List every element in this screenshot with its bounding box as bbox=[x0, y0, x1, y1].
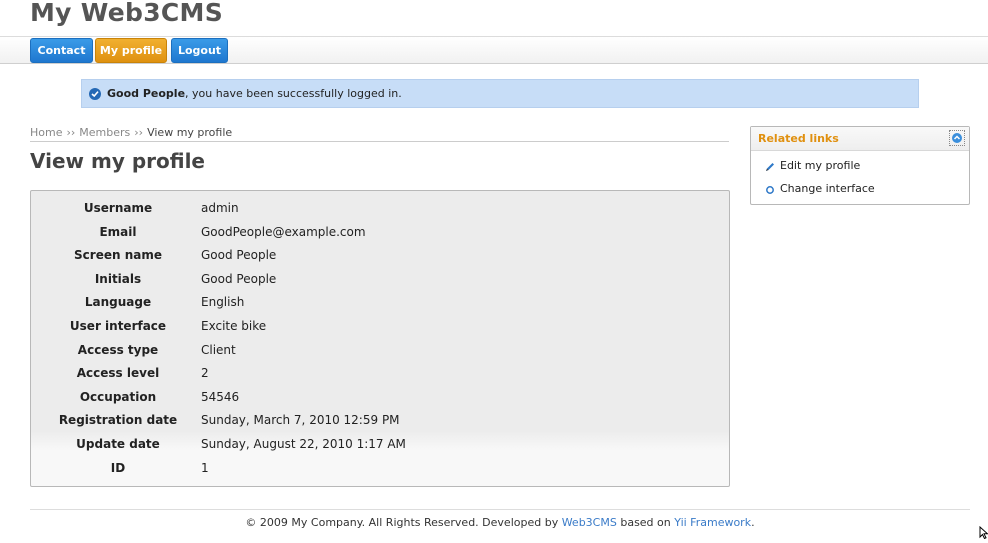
detail-row: ID 1 bbox=[31, 461, 729, 481]
detail-row: Language English bbox=[31, 295, 729, 315]
related-links-portlet: Related links Edit my profile Change int… bbox=[750, 126, 970, 205]
portlet-title: Related links bbox=[758, 132, 839, 145]
flash-message: , you have been successfully logged in. bbox=[185, 87, 402, 100]
detail-row: User interface Excite bike bbox=[31, 319, 729, 339]
site-title: My Web3CMS bbox=[30, 0, 224, 27]
sidebar-link-label: Change interface bbox=[780, 182, 875, 195]
breadcrumb: Home ›› Members ›› View my profile bbox=[30, 126, 729, 142]
menu-logout[interactable]: Logout bbox=[171, 38, 228, 63]
detail-value: Good People bbox=[201, 248, 277, 262]
detail-label: ID bbox=[110, 461, 126, 475]
detail-row: Update date Sunday, August 22, 2010 1:17 … bbox=[31, 437, 729, 457]
detail-row: Email GoodPeople@example.com bbox=[31, 225, 729, 245]
breadcrumb-separator: ›› bbox=[66, 126, 76, 139]
detail-row: Screen name Good People bbox=[31, 248, 729, 268]
detail-label: Language bbox=[84, 295, 152, 309]
main-menu: Contact My profile Logout bbox=[0, 36, 988, 64]
footer-copyright: © 2009 My Company. All Rights Reserved. … bbox=[245, 516, 562, 529]
success-flash-message: Good People, you have been successfully … bbox=[81, 79, 919, 108]
sidebar-link-label: Edit my profile bbox=[780, 159, 861, 172]
detail-value: Client bbox=[201, 343, 236, 357]
footer-text: . bbox=[751, 516, 755, 529]
detail-value: Sunday, March 7, 2010 12:59 PM bbox=[201, 413, 400, 427]
detail-row: Initials Good People bbox=[31, 272, 729, 292]
detail-label: Occupation bbox=[79, 390, 157, 404]
detail-row: Occupation 54546 bbox=[31, 390, 729, 410]
pencil-icon bbox=[765, 161, 775, 171]
page-title: View my profile bbox=[30, 149, 205, 173]
breadcrumb-separator: ›› bbox=[134, 126, 144, 139]
detail-value: admin bbox=[201, 201, 239, 215]
detail-label: Registration date bbox=[58, 413, 178, 427]
detail-value: Good People bbox=[201, 272, 277, 286]
profile-detail-table: Username admin Email GoodPeople@example.co… bbox=[30, 190, 730, 487]
detail-value: Sunday, August 22, 2010 1:17 AM bbox=[201, 437, 406, 451]
footer-text: based on bbox=[616, 516, 675, 529]
detail-value: 2 bbox=[201, 366, 209, 380]
flash-text: Good People, you have been successfully … bbox=[107, 80, 402, 107]
portlet-header: Related links bbox=[751, 127, 969, 151]
menu-contact[interactable]: Contact bbox=[30, 38, 93, 63]
footer-link-yii[interactable]: Yii Framework bbox=[674, 516, 751, 529]
detail-row: Access level 2 bbox=[31, 366, 729, 386]
mouse-pointer-icon bbox=[979, 524, 988, 543]
detail-row: Username admin bbox=[31, 201, 729, 221]
breadcrumb-current: View my profile bbox=[147, 126, 233, 139]
detail-label: User interface bbox=[69, 319, 167, 333]
collapse-toggle[interactable] bbox=[949, 130, 965, 146]
breadcrumb-home[interactable]: Home bbox=[30, 126, 62, 139]
detail-value: English bbox=[201, 295, 245, 309]
circle-icon bbox=[765, 184, 775, 194]
detail-label: Update date bbox=[76, 437, 160, 451]
footer: © 2009 My Company. All Rights Reserved. … bbox=[0, 516, 988, 529]
detail-row: Access type Client bbox=[31, 343, 729, 363]
detail-value: Excite bike bbox=[201, 319, 267, 333]
detail-label: Email bbox=[99, 225, 137, 239]
menu-my-profile[interactable]: My profile bbox=[95, 38, 167, 63]
footer-divider bbox=[30, 509, 970, 510]
detail-value: 54546 bbox=[201, 390, 240, 404]
footer-link-web3cms[interactable]: Web3CMS bbox=[562, 516, 617, 529]
breadcrumb-members[interactable]: Members bbox=[79, 126, 130, 139]
detail-label: Access type bbox=[77, 343, 159, 357]
detail-row: Registration date Sunday, March 7, 2010 1… bbox=[31, 413, 729, 433]
detail-label: Initials bbox=[94, 272, 142, 286]
detail-label: Screen name bbox=[74, 248, 162, 262]
detail-value: 1 bbox=[201, 461, 209, 475]
collapse-icon bbox=[952, 133, 962, 143]
detail-value: GoodPeople@example.com bbox=[201, 225, 366, 239]
detail-label: Access level bbox=[76, 366, 160, 380]
detail-label: Username bbox=[83, 201, 153, 215]
flash-user-name: Good People bbox=[107, 87, 186, 100]
check-icon bbox=[89, 88, 101, 100]
